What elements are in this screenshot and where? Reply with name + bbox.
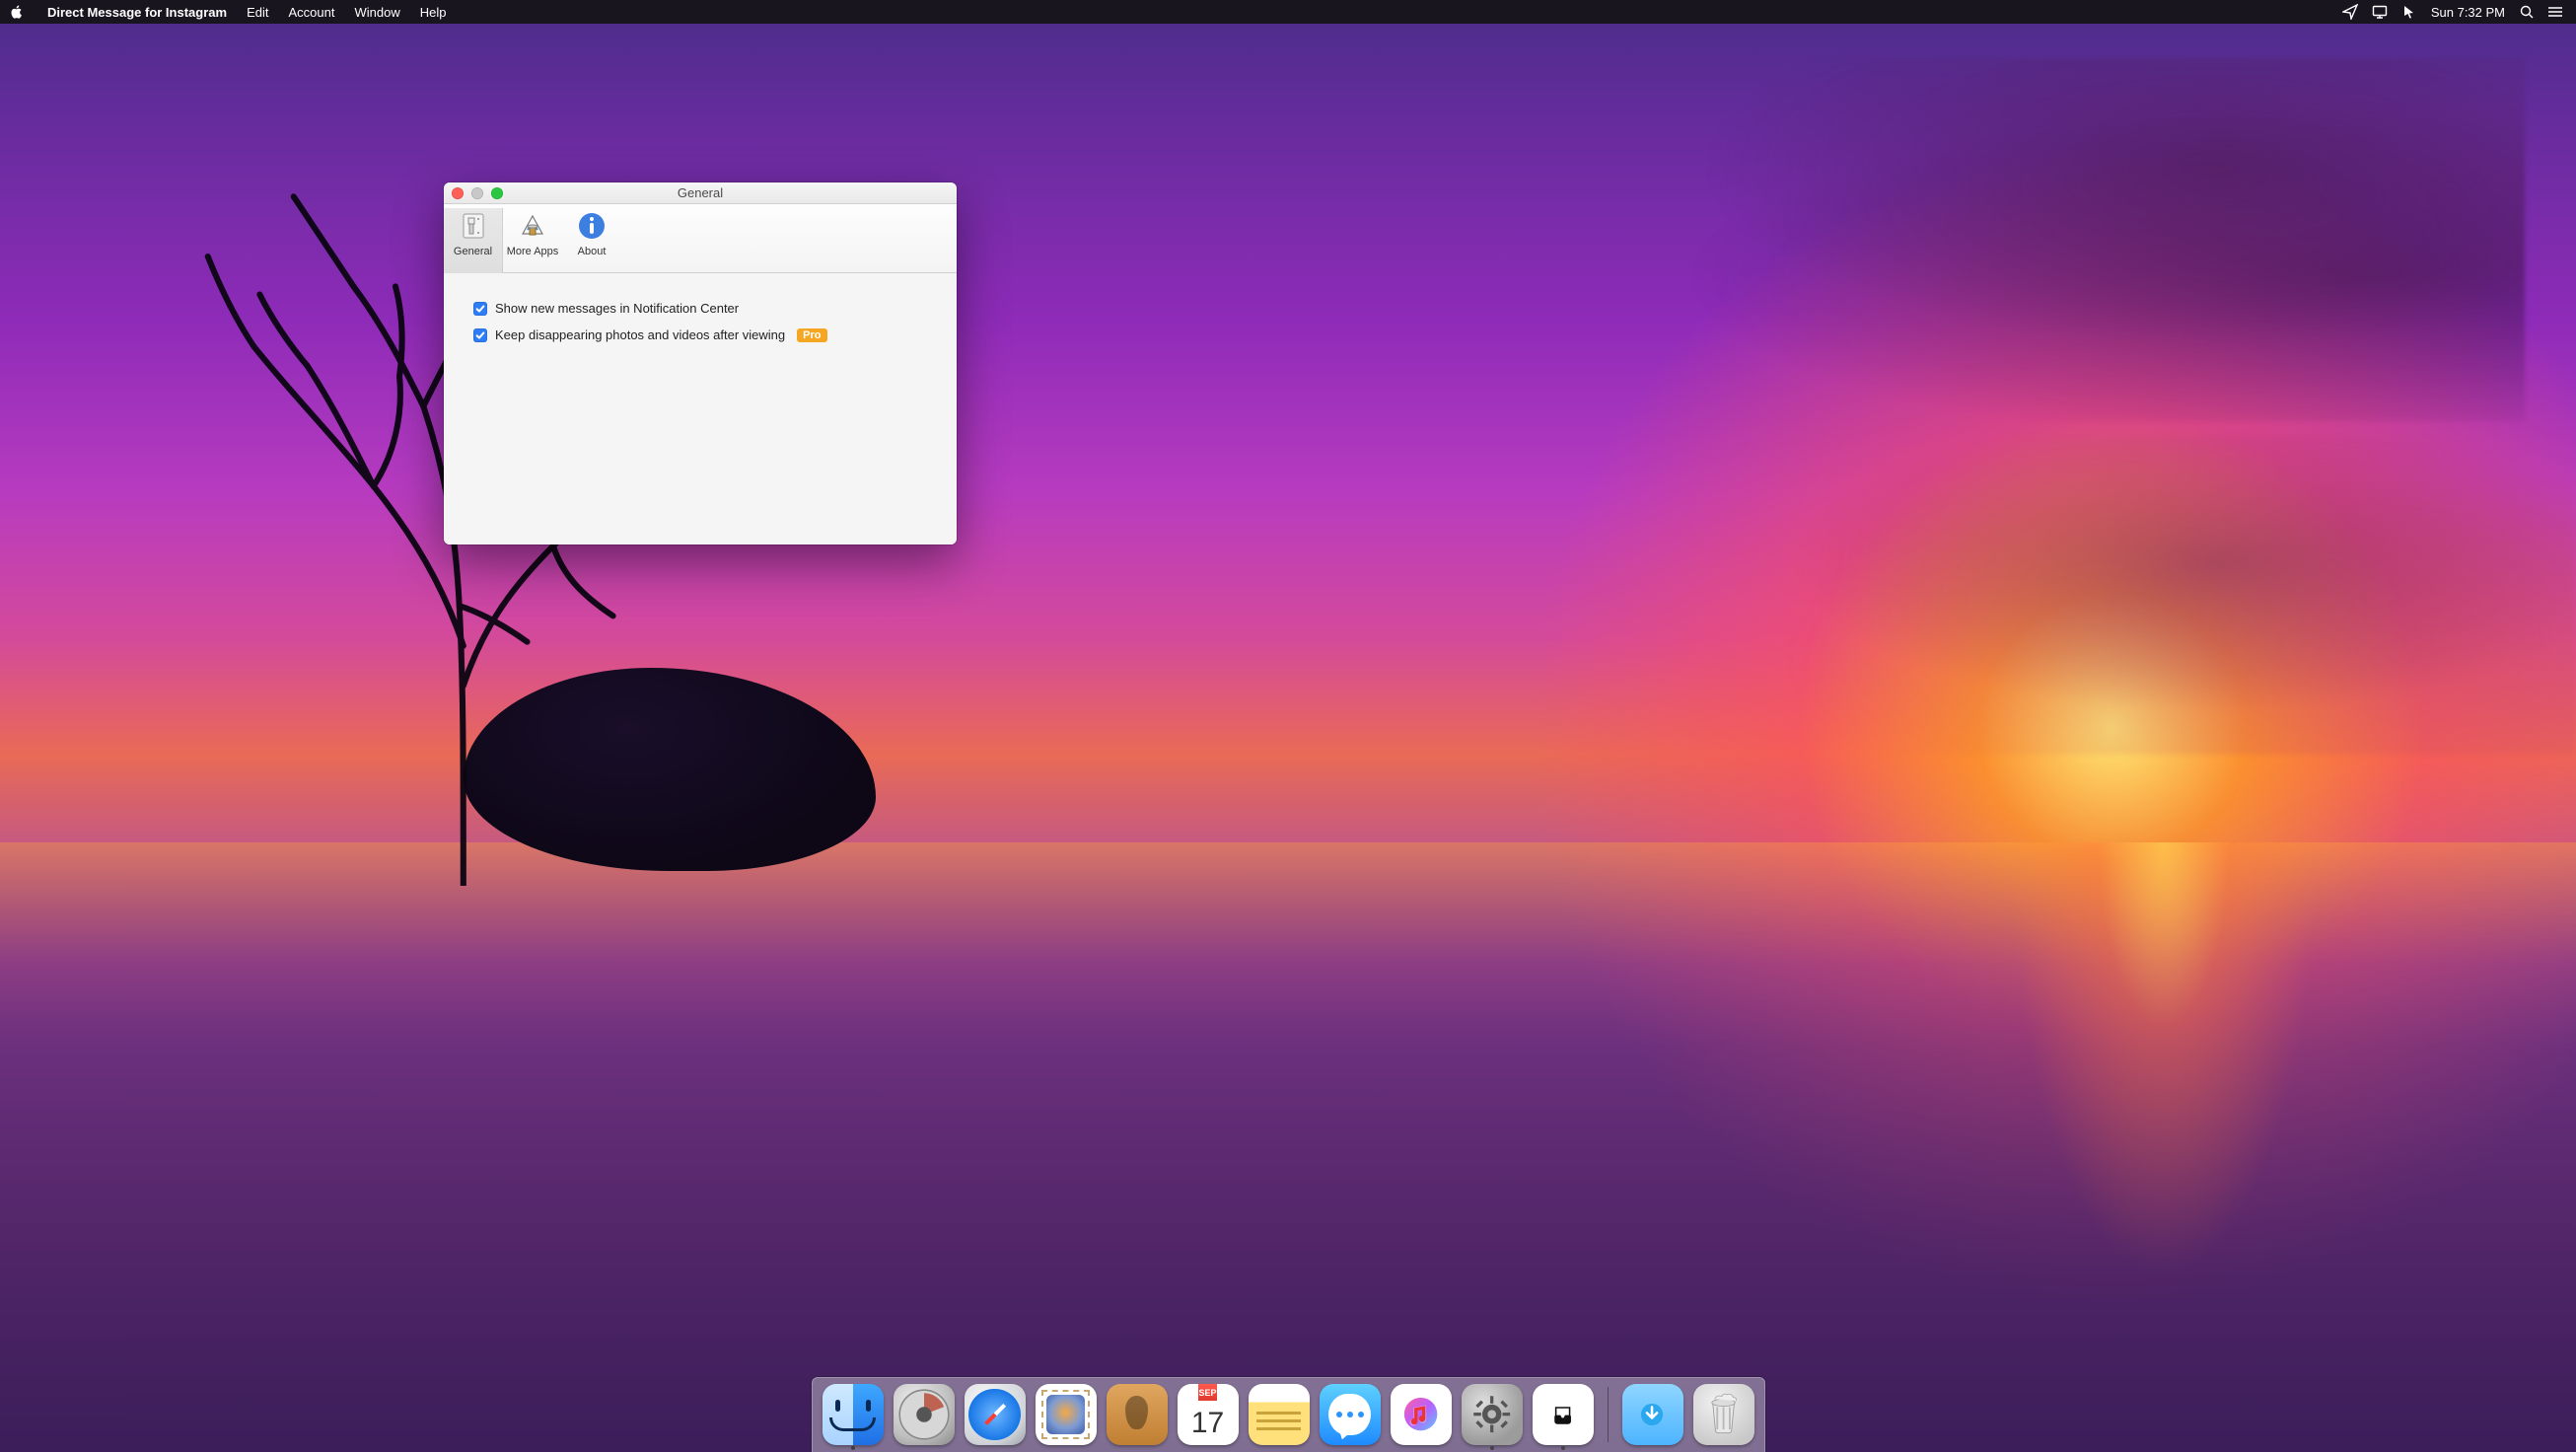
about-icon bbox=[576, 210, 608, 242]
toolbar-label: About bbox=[578, 246, 607, 257]
calendar-icon: SEP 17 bbox=[1178, 1384, 1239, 1445]
pro-badge: Pro bbox=[797, 328, 826, 342]
preferences-body: Show new messages in Notification Center… bbox=[444, 273, 957, 544]
direct-message-icon bbox=[1533, 1384, 1594, 1445]
calendar-day: 17 bbox=[1191, 1401, 1224, 1445]
preferences-toolbar: General More Apps bbox=[444, 204, 957, 273]
dock-downloads[interactable] bbox=[1622, 1384, 1683, 1450]
preferences-window: General General bbox=[444, 182, 957, 544]
window-zoom-button[interactable] bbox=[491, 187, 503, 199]
dock-notes[interactable] bbox=[1249, 1384, 1310, 1450]
pref-notifications-label: Show new messages in Notification Center bbox=[495, 301, 739, 316]
launchpad-icon bbox=[894, 1384, 955, 1445]
spotlight-icon[interactable] bbox=[2519, 4, 2535, 20]
dock-mail[interactable] bbox=[1036, 1384, 1097, 1450]
downloads-icon bbox=[1622, 1384, 1683, 1445]
messages-icon bbox=[1320, 1384, 1381, 1445]
dock-direct-message[interactable] bbox=[1533, 1384, 1594, 1450]
menu-clock[interactable]: Sun 7:32 PM bbox=[2431, 5, 2505, 20]
general-icon bbox=[458, 210, 489, 242]
menu-edit[interactable]: Edit bbox=[237, 5, 278, 20]
toolbar-label: General bbox=[454, 246, 492, 257]
dock: SEP 17 bbox=[812, 1377, 1765, 1452]
notification-center-icon[interactable] bbox=[2548, 4, 2564, 20]
trash-icon bbox=[1693, 1384, 1754, 1445]
apple-menu[interactable] bbox=[10, 5, 24, 19]
toolbar-label: More Apps bbox=[507, 246, 559, 257]
dock-system-preferences[interactable] bbox=[1462, 1384, 1523, 1450]
status-cursor-icon[interactable] bbox=[2401, 4, 2417, 20]
desktop-wallpaper bbox=[0, 0, 2576, 1452]
calendar-month: SEP bbox=[1198, 1384, 1216, 1401]
app-name[interactable]: Direct Message for Instagram bbox=[37, 5, 237, 20]
window-minimize-button bbox=[471, 187, 483, 199]
more-apps-icon bbox=[517, 210, 548, 242]
pref-keep-media-label: Keep disappearing photos and videos afte… bbox=[495, 327, 785, 342]
safari-icon bbox=[965, 1384, 1026, 1445]
checkbox-keep-media[interactable] bbox=[473, 328, 487, 342]
toolbar-tab-general[interactable]: General bbox=[444, 208, 503, 273]
finder-icon bbox=[823, 1384, 884, 1445]
system-preferences-icon bbox=[1462, 1384, 1523, 1445]
dock-separator bbox=[1608, 1387, 1609, 1442]
toolbar-tab-more-apps[interactable]: More Apps bbox=[503, 208, 562, 273]
menu-account[interactable]: Account bbox=[278, 5, 344, 20]
dock-itunes[interactable] bbox=[1391, 1384, 1452, 1450]
status-send-icon[interactable] bbox=[2342, 4, 2358, 20]
dock-contacts[interactable] bbox=[1107, 1384, 1168, 1450]
checkbox-notifications[interactable] bbox=[473, 302, 487, 316]
window-titlebar[interactable]: General bbox=[444, 182, 957, 204]
dock-safari[interactable] bbox=[965, 1384, 1026, 1450]
window-close-button[interactable] bbox=[452, 187, 464, 199]
window-title: General bbox=[678, 185, 723, 200]
dock-trash[interactable] bbox=[1693, 1384, 1754, 1450]
dock-finder[interactable] bbox=[823, 1384, 884, 1450]
itunes-icon bbox=[1391, 1384, 1452, 1445]
contacts-icon bbox=[1107, 1384, 1168, 1445]
notes-icon bbox=[1249, 1384, 1310, 1445]
menu-help[interactable]: Help bbox=[410, 5, 457, 20]
menu-bar: Direct Message for Instagram Edit Accoun… bbox=[0, 0, 2576, 24]
status-display-icon[interactable] bbox=[2372, 4, 2388, 20]
toolbar-tab-about[interactable]: About bbox=[562, 208, 621, 273]
dock-calendar[interactable]: SEP 17 bbox=[1178, 1384, 1239, 1450]
dock-messages[interactable] bbox=[1320, 1384, 1381, 1450]
menu-window[interactable]: Window bbox=[344, 5, 409, 20]
dock-launchpad[interactable] bbox=[894, 1384, 955, 1450]
mail-icon bbox=[1036, 1384, 1097, 1445]
